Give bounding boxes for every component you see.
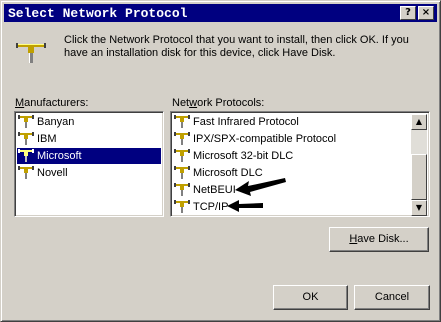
list-item-label: IBM xyxy=(37,133,57,145)
window-title: Select Network Protocol xyxy=(8,6,188,21)
network-protocol-icon xyxy=(18,115,34,128)
list-item-label: Microsoft xyxy=(35,150,84,162)
network-protocol-icon xyxy=(174,200,190,213)
list-item-netbeui[interactable]: NetBEUI xyxy=(173,182,241,198)
network-protocol-icon xyxy=(174,149,190,162)
list-item-novell[interactable]: Novell xyxy=(17,165,73,181)
title-bar[interactable]: Select Network Protocol ? × xyxy=(4,4,437,22)
network-protocol-icon xyxy=(18,166,34,179)
network-protocols-label-mnemonic: w xyxy=(189,97,198,109)
ok-button[interactable]: OK xyxy=(273,285,348,310)
list-item-ms-32bit-dlc[interactable]: Microsoft 32-bit DLC xyxy=(173,148,298,164)
scroll-up-arrow-icon[interactable]: ▲ xyxy=(411,114,427,130)
select-network-protocol-dialog: Select Network Protocol ? × Click the Ne… xyxy=(0,0,441,322)
have-disk-button[interactable]: Have Disk... xyxy=(329,227,429,252)
annotation-arrow-icon xyxy=(227,200,263,212)
list-item-label: Novell xyxy=(37,167,68,179)
list-item-fast-infrared[interactable]: Fast Infrared Protocol xyxy=(173,114,304,130)
network-protocol-icon xyxy=(18,132,34,145)
manufacturers-label: Manufacturers: xyxy=(15,97,88,109)
network-protocol-icon xyxy=(174,183,190,196)
manufacturers-label-rest: anufacturers: xyxy=(24,97,89,109)
network-protocol-icon xyxy=(174,115,190,128)
list-item-ibm[interactable]: IBM xyxy=(17,131,62,147)
network-protocols-label-rest: ork Protocols: xyxy=(197,97,265,109)
manufacturers-list[interactable]: Banyan IBM Microsoft Novell xyxy=(14,111,164,217)
list-item-banyan[interactable]: Banyan xyxy=(17,114,79,130)
list-item-label: Microsoft 32-bit DLC xyxy=(193,150,294,162)
list-item-label: NetBEUI xyxy=(193,184,236,196)
list-item-tcpip[interactable]: TCP/IP xyxy=(173,199,233,215)
network-protocols-label-start: Net xyxy=(172,97,190,109)
list-item-label: Banyan xyxy=(37,116,75,128)
list-item-label: IPX/SPX-compatible Protocol xyxy=(193,133,337,145)
close-button[interactable]: × xyxy=(418,6,434,20)
list-item-microsoft[interactable]: Microsoft xyxy=(17,148,161,164)
network-protocols-label: Network Protocols: xyxy=(172,97,264,109)
network-protocol-icon xyxy=(174,132,190,145)
network-protocols-list[interactable]: Fast Infrared Protocol IPX/SPX-compatibl… xyxy=(170,111,430,217)
network-cable-icon xyxy=(16,43,46,63)
scroll-thumb[interactable] xyxy=(411,154,427,200)
have-disk-label: ave Disk... xyxy=(357,233,409,245)
annotation-arrow-icon xyxy=(235,178,286,196)
instructions-text: Click the Network Protocol that you want… xyxy=(64,34,409,59)
list-item-label: TCP/IP xyxy=(193,201,229,213)
protocols-scrollbar[interactable]: ▲ ▼ xyxy=(411,114,427,216)
network-protocol-icon xyxy=(18,149,34,162)
network-protocol-icon xyxy=(174,166,190,179)
list-item-ipx-spx[interactable]: IPX/SPX-compatible Protocol xyxy=(173,131,341,147)
manufacturers-label-mnemonic: M xyxy=(15,97,25,109)
help-button[interactable]: ? xyxy=(400,6,416,20)
cancel-button[interactable]: Cancel xyxy=(354,285,430,310)
list-item-label: Fast Infrared Protocol xyxy=(193,116,299,128)
scroll-down-arrow-icon[interactable]: ▼ xyxy=(411,200,427,216)
